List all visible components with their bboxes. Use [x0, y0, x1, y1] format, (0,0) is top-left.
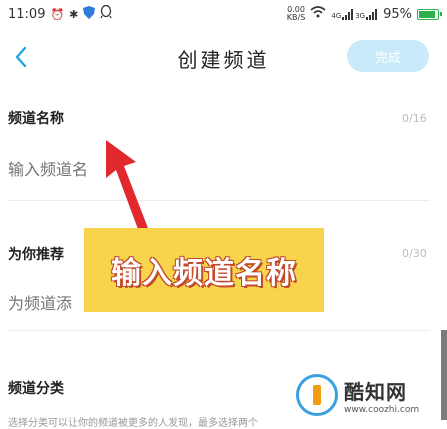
shield-app-icon: [83, 5, 96, 23]
battery-fill: [419, 10, 436, 18]
recommend-count: 0/30: [402, 247, 427, 260]
signal1-label: 4G: [331, 11, 342, 20]
watermark: 酷知网 www.coozhi.com: [296, 366, 442, 424]
channel-name-count: 0/16: [402, 112, 427, 125]
category-label: 频道分类: [8, 381, 64, 397]
header: 创建频道 完成: [0, 36, 447, 78]
signal2-label: 3G: [355, 11, 366, 20]
net-speed: 0.00 KB/S: [287, 6, 306, 22]
status-bar: 11:09 ⏰ ✱ 0.00 KB/S 4G 3G 95%: [0, 0, 447, 28]
callout-text: 输入频道名称: [111, 256, 297, 291]
annotation-callout: 输入频道名称: [84, 228, 324, 312]
divider: [8, 200, 430, 201]
divider: [8, 330, 430, 331]
status-right: 0.00 KB/S 4G 3G 95%: [287, 6, 442, 22]
battery-percent: 95%: [383, 6, 412, 22]
category-hint: 选择分类可以让你的频道被更多的人发现，最多选择两个: [8, 418, 258, 429]
battery-icon: [417, 8, 442, 20]
bluetooth-icon: ✱: [69, 7, 79, 21]
watermark-name: 酷知网: [344, 379, 407, 404]
channel-name-input[interactable]: [8, 160, 408, 179]
recommend-label: 为你推荐: [8, 247, 64, 263]
watermark-text: 酷知网 www.coozhi.com: [344, 376, 419, 415]
qq-icon: [100, 4, 112, 23]
watermark-url: www.coozhi.com: [344, 404, 420, 415]
status-time: 11:09: [8, 6, 46, 22]
status-left: 11:09 ⏰ ✱: [8, 4, 112, 23]
wifi-icon: [310, 6, 326, 22]
channel-name-label: 频道名称: [8, 111, 64, 127]
scrollbar[interactable]: [441, 330, 447, 420]
done-button[interactable]: 完成: [347, 40, 429, 72]
net-speed-unit: KB/S: [286, 13, 306, 22]
signal-icon: 4G 3G: [331, 8, 378, 20]
coozhi-logo-icon: [296, 374, 338, 416]
alarm-icon: ⏰: [50, 7, 65, 21]
